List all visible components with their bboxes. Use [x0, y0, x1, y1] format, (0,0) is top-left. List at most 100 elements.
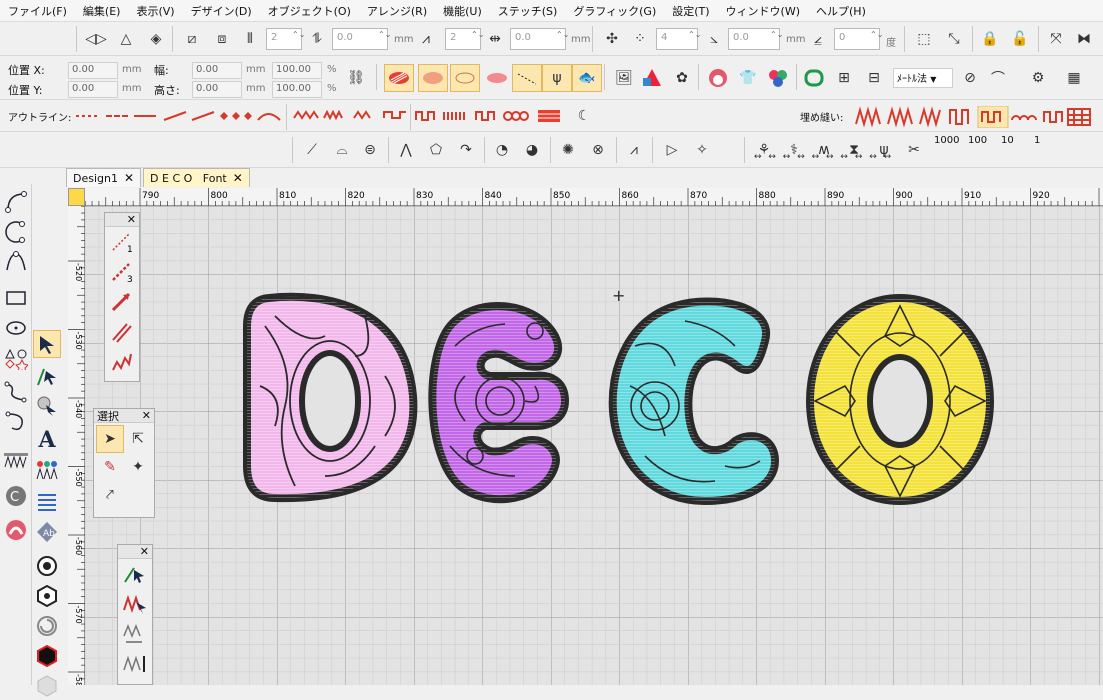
mirror-vertical-icon[interactable]: △: [114, 27, 138, 51]
lettering-circle-icon[interactable]: C: [2, 482, 30, 510]
arc-icon[interactable]: ⌓: [330, 138, 354, 162]
shapes-icon[interactable]: [638, 64, 666, 92]
grid-settings-icon[interactable]: ⊟: [860, 64, 888, 92]
red-hexagon-icon[interactable]: [33, 642, 61, 670]
stitch-count-100[interactable]: 100: [968, 135, 987, 146]
target-circle-icon[interactable]: [33, 552, 61, 580]
scissors-icon[interactable]: ✂: [902, 138, 926, 162]
zigzag-count-input[interactable]: 2: [445, 28, 481, 50]
flag-icon[interactable]: ▷: [660, 138, 684, 162]
menu-item[interactable]: アレンジ(R): [359, 3, 435, 19]
hexagon-icon[interactable]: [33, 582, 61, 610]
star-icon[interactable]: ✿: [668, 64, 696, 92]
tab-deco-font[interactable]: D E C O Font ✕: [143, 168, 250, 187]
double-line-icon[interactable]: [105, 317, 139, 347]
deco-lettering[interactable]: [235, 286, 1005, 516]
width-input[interactable]: 0.0: [510, 28, 566, 50]
array-icon[interactable]: ⁘: [628, 27, 652, 51]
select-arrow-icon[interactable]: [33, 330, 61, 358]
rectangle-icon[interactable]: [2, 284, 30, 312]
swirl-icon[interactable]: [33, 612, 61, 640]
bridge-icon[interactable]: ⌒: [984, 64, 1012, 92]
position-x-field[interactable]: 0.00: [68, 62, 118, 79]
tshirt-icon[interactable]: 👕: [734, 64, 762, 92]
line-1-icon[interactable]: 1: [105, 227, 139, 257]
polyline-icon[interactable]: ⩘: [622, 138, 646, 162]
stitch-fill-icon[interactable]: [384, 64, 414, 92]
node-select-icon[interactable]: [33, 362, 61, 390]
stitch-step-arrows[interactable]: ↔ ↔ ↔ ↔ ↔ ↔ ↔ ↔ ↔ ↔: [754, 152, 893, 162]
select-lasso-icon[interactable]: ⤤: [96, 481, 124, 509]
ellipse-icon[interactable]: [2, 314, 30, 342]
close-icon[interactable]: ✕: [142, 409, 151, 422]
curve-node-icon[interactable]: [2, 218, 30, 246]
select-point-icon[interactable]: ⇱: [124, 425, 152, 453]
text-tool-icon[interactable]: A: [33, 426, 61, 454]
run-stitch-icon[interactable]: [512, 64, 542, 92]
font-list-icon[interactable]: [33, 488, 61, 516]
applique-icon[interactable]: [2, 516, 30, 544]
pattern-types-icon[interactable]: [414, 106, 564, 126]
design-canvas[interactable]: + ✕ 1 3 選択 ✕ ➤ ⇱ ✎ ✦ ⤤ ✕: [85, 206, 1103, 685]
proportional-lock-icon[interactable]: ⛓: [344, 66, 368, 90]
pentagon-node-icon[interactable]: ⬠: [424, 138, 448, 162]
line-3-icon[interactable]: 3: [105, 257, 139, 287]
monogram-icon[interactable]: [33, 456, 61, 484]
measure-system-select[interactable]: ﾒｰﾄﾙ法 ▼: [893, 68, 953, 88]
menu-item[interactable]: 機能(U): [435, 3, 490, 19]
spiral-icon[interactable]: [2, 408, 30, 436]
stitch-count-icon[interactable]: [118, 649, 152, 679]
pointed-node-icon[interactable]: [2, 248, 30, 276]
stitch-zigzag-select-icon[interactable]: [118, 589, 152, 619]
close-icon[interactable]: ✕: [127, 213, 136, 226]
unlock-icon[interactable]: 🔓: [1008, 27, 1032, 51]
angle-icon[interactable]: ⦤: [806, 27, 830, 51]
stitch-point-select-icon[interactable]: [118, 559, 152, 589]
menu-item[interactable]: デザイン(D): [183, 3, 260, 19]
letter-c[interactable]: [608, 297, 780, 506]
mirror-copy-icon[interactable]: ⧓: [1072, 27, 1096, 51]
ruler-origin[interactable]: [68, 188, 85, 206]
outline-types-icon[interactable]: [74, 106, 284, 126]
letter-e[interactable]: [428, 302, 570, 504]
menu-item[interactable]: グラフィック(G): [565, 3, 664, 19]
shapes-icon[interactable]: [2, 344, 30, 372]
node-path-icon[interactable]: ⋀: [394, 138, 418, 162]
stitch-select-icon[interactable]: [33, 392, 61, 420]
select-arrow-icon[interactable]: ➤: [96, 425, 124, 453]
resize-frame-icon[interactable]: ⤡: [942, 27, 966, 51]
select-frame-icon[interactable]: ⬚: [912, 27, 936, 51]
mirror-horizontal-icon[interactable]: ◁▷: [84, 27, 108, 51]
vertical-spacing-input[interactable]: 0.0: [332, 28, 388, 50]
vertical-spacing-icon[interactable]: ⥮: [305, 27, 329, 51]
arrow-line-icon[interactable]: [105, 287, 139, 317]
zigzag-icon[interactable]: ⩘: [414, 27, 438, 51]
curve-node-icon[interactable]: ↷: [454, 138, 478, 162]
close-icon[interactable]: ✕: [124, 171, 134, 185]
measure-icon[interactable]: ⊘: [956, 64, 984, 92]
menu-item[interactable]: オブジェクト(O): [260, 3, 359, 19]
height-field[interactable]: 0.00: [192, 81, 242, 98]
spacing-icon[interactable]: ⫴: [238, 27, 262, 51]
offset-icon[interactable]: ⦣: [702, 27, 726, 51]
settings-gear-icon[interactable]: ⚙: [1024, 64, 1052, 92]
line-cut-icon[interactable]: ⟋: [300, 138, 324, 162]
crescent-icon[interactable]: ☾: [572, 104, 596, 128]
width-percent-field[interactable]: 100.00: [272, 62, 322, 79]
menu-item[interactable]: ステッチ(S): [490, 3, 566, 19]
width-field[interactable]: 0.00: [192, 62, 242, 79]
fork-icon[interactable]: ψ: [542, 64, 572, 92]
split-circle-icon[interactable]: ◔: [490, 138, 514, 162]
offset-input[interactable]: 0.0: [728, 28, 780, 50]
multi-needle-icon[interactable]: [2, 446, 30, 474]
picture-icon[interactable]: 🖼: [610, 64, 638, 92]
fill-types-icon[interactable]: [854, 106, 1094, 128]
spacing-count-input[interactable]: 2: [266, 28, 302, 50]
color-balls-icon[interactable]: [764, 64, 792, 92]
freehand-icon[interactable]: [2, 378, 30, 406]
letter-o[interactable]: [805, 293, 995, 506]
menu-item[interactable]: ファイル(F): [0, 3, 75, 19]
stitch-outline-icon[interactable]: [450, 64, 480, 92]
close-icon[interactable]: ✕: [140, 545, 149, 558]
tab-design1[interactable]: Design1 ✕: [66, 168, 142, 187]
